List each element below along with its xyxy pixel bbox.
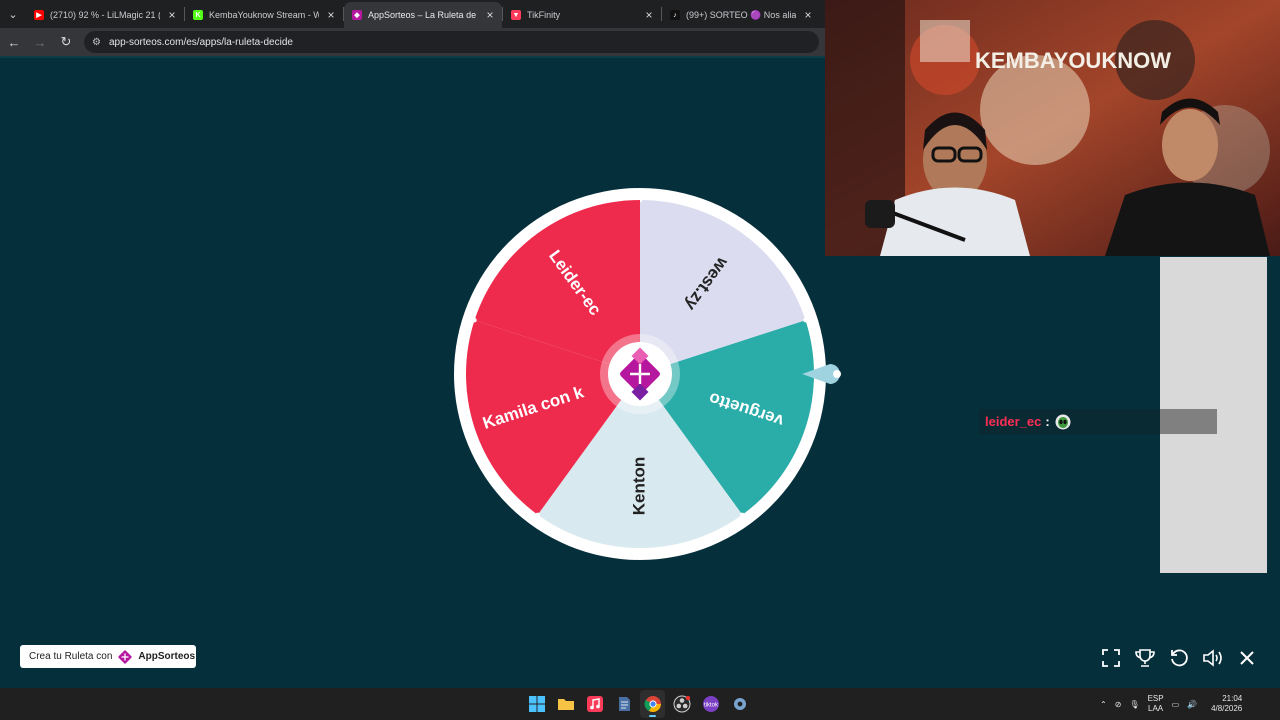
file-explorer-icon[interactable] [553,690,578,718]
wheel-peg [472,318,477,323]
youtube-icon: ▶ [34,10,44,20]
browser-tab[interactable]: ▼ TikFinity × [503,2,661,28]
tab-title: AppSorteos – La Ruleta de la Su [368,10,478,20]
browser-tab[interactable]: ◆ AppSorteos – La Ruleta de la Su × [344,2,502,28]
microphone-icon[interactable]: 🎙 [1129,700,1139,709]
browser-tab[interactable]: K KembaYouknow Stream - Watc × [185,2,343,28]
webcam-feed: KEMBAYOUKNOW [825,0,1280,256]
chevron-up-icon[interactable]: ⌃ [1100,700,1107,709]
language-bottom: LAA [1148,704,1164,713]
appsorteos-logo-icon [118,649,133,664]
browser-tab[interactable]: ♪ (99+) SORTEO 🟣 Nos aliamos c × [662,2,820,28]
back-button[interactable]: ← [2,30,26,54]
forward-button[interactable]: → [28,30,52,54]
chat-message-bg-right [1160,409,1217,434]
wheel-peg [535,512,540,517]
display-icon[interactable]: ▭ [1172,700,1180,709]
kick-icon: K [193,10,203,20]
alien-emote-icon [1055,414,1071,429]
create-wheel-link[interactable]: Crea tu Ruleta con AppSorteos [20,645,196,668]
tab-close-icon[interactable]: × [325,8,337,22]
language-indicator[interactable]: ESP LAA [1148,694,1164,714]
close-icon[interactable] [1234,646,1259,671]
site-settings-icon[interactable]: ⚙ [92,37,101,48]
prize-wheel[interactable]: west.zyverguettoKentonKamila con kLeider… [454,188,826,560]
network-off-icon[interactable]: ⊘ [1115,700,1122,709]
address-bar[interactable]: ⚙ app-sorteos.com/es/apps/la-ruleta-deci… [84,31,819,53]
speaker-icon[interactable]: 🔊 [1187,700,1197,709]
itunes-icon[interactable] [582,690,607,718]
windows-start-icon[interactable] [524,690,549,718]
tab-title: TikFinity [527,10,561,20]
system-tray: ⌃ ⊘ 🎙 ESP LAA ▭ 🔊 21:04 4/8/2026 [1100,688,1242,720]
language-top: ESP [1147,694,1164,703]
tab-close-icon[interactable]: × [802,8,814,22]
wheel-peg [740,512,745,517]
tab-title: (2710) 92 % - LiLMagic 21 ( Vide [50,10,160,20]
toolbar-divider [0,56,825,58]
tab-title: (99+) SORTEO 🟣 Nos aliamos c [686,9,796,20]
wheel-pointer [802,364,841,384]
tab-close-icon[interactable]: × [484,8,496,22]
wall-sign: KEMBAYOUKNOW [975,48,1171,73]
trophy-icon[interactable] [1132,646,1157,671]
tab-search-button[interactable]: ⌄ [0,0,26,28]
settings-icon[interactable] [727,690,752,718]
fullscreen-icon[interactable] [1098,646,1123,671]
taskbar: tiktok ⌃ ⊘ 🎙 ESP LAA ▭ 🔊 21:04 4/8/2026 [0,688,1280,720]
chrome-icon[interactable] [640,690,665,718]
reset-icon[interactable] [1166,646,1191,671]
browser-tab[interactable]: ▶ (2710) 92 % - LiLMagic 21 ( Vide × [26,2,184,28]
chat-message: leider_ec : [979,409,1217,434]
clock[interactable]: 21:04 4/8/2026 [1211,694,1242,714]
appsorteos-icon: ◆ [352,10,362,20]
tikfinity-icon: ▼ [511,10,521,20]
obs-icon[interactable] [669,690,694,718]
wheel-controls [1098,644,1259,672]
app-icon[interactable] [611,690,636,718]
browser-toolbar: ← → ↻ ⚙ app-sorteos.com/es/apps/la-rulet… [0,28,825,56]
tiktok-icon: ♪ [670,10,680,20]
volume-icon[interactable] [1200,646,1225,671]
wheel-spin-button[interactable] [600,334,680,414]
tab-close-icon[interactable]: × [166,8,178,22]
reload-button[interactable]: ↻ [54,30,78,54]
svg-text:tiktok: tiktok [703,703,718,709]
chat-username: leider_ec [985,414,1042,429]
wheel-peg [803,318,808,323]
url-text: app-sorteos.com/es/apps/la-ruleta-decide [108,36,293,48]
promo-text: Crea tu Ruleta con [29,651,113,662]
clock-date: 4/8/2026 [1211,704,1243,713]
tab-close-icon[interactable]: × [643,8,655,22]
promo-brand: AppSorteos [138,651,196,662]
wheel-segment-label: Kenton [629,457,648,516]
tab-title: KembaYouknow Stream - Watc [209,10,319,20]
tab-strip: ⌄ ▶ (2710) 92 % - LiLMagic 21 ( Vide × K Kem… [0,0,825,28]
app-sorteos-icon[interactable]: tiktok [698,690,723,718]
chat-colon: : [1045,414,1050,429]
clock-time: 21:04 [1222,694,1243,703]
